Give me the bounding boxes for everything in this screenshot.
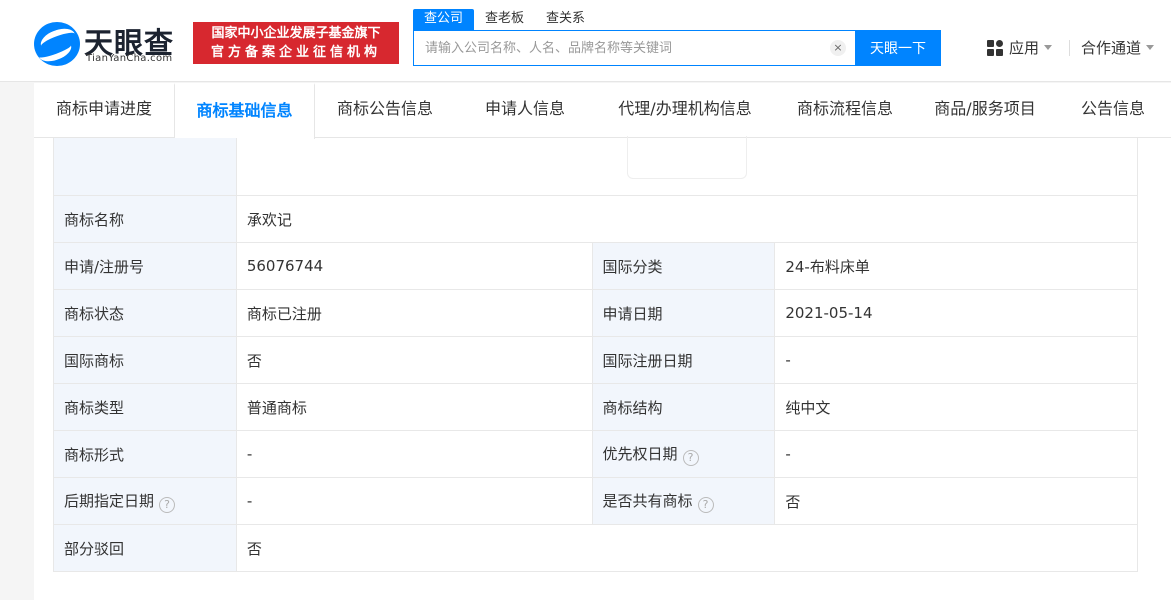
- status-value: 商标已注册: [235, 289, 593, 337]
- structure-key: 商标结构: [591, 383, 776, 431]
- form-value: -: [235, 430, 593, 478]
- badge-line-1: 国家中小企业发展子基金旗下: [211, 26, 381, 41]
- apps-label: 应用: [1009, 39, 1040, 57]
- tab-basic-info[interactable]: 商标基础信息: [174, 83, 315, 139]
- tab-announcement-info[interactable]: 商标公告信息: [315, 83, 455, 137]
- search-button[interactable]: 天眼一下: [855, 30, 941, 66]
- later-date-key-cell: 后期指定日期?: [53, 477, 237, 525]
- tab-process-info[interactable]: 商标流程信息: [775, 83, 915, 137]
- partner-menu[interactable]: 合作通道: [1081, 37, 1155, 58]
- search-type-tabs: 查公司 查老板 查关系: [413, 9, 596, 31]
- help-icon[interactable]: ?: [682, 449, 699, 466]
- tab-goods-services[interactable]: 商品/服务项目: [915, 83, 1055, 137]
- priority-date-key-cell: 优先权日期?: [591, 430, 776, 478]
- badge-line-2: 官方备案企业征信机构: [210, 45, 381, 60]
- type-value: 普通商标: [235, 383, 593, 431]
- status-key: 商标状态: [53, 289, 237, 337]
- logo-domain: TianYanCha.com: [86, 53, 173, 64]
- priority-date-key: 优先权日期: [602, 444, 678, 463]
- partner-label: 合作通道: [1081, 39, 1142, 57]
- later-date-value: -: [235, 477, 593, 525]
- name-key: 商标名称: [53, 195, 237, 243]
- reg-no-key: 申请/注册号: [53, 242, 237, 290]
- tab-search-boss[interactable]: 查老板: [474, 9, 535, 30]
- partial-reject-value: 否: [235, 524, 1139, 572]
- intl-reg-date-value: -: [774, 336, 1138, 384]
- shared-value: 否: [774, 477, 1138, 525]
- intl-mark-key: 国际商标: [53, 336, 237, 384]
- search-box: ×: [413, 30, 856, 66]
- content-panel: 商标申请进度 商标基础信息 商标公告信息 申请人信息 代理/办理机构信息 商标流…: [34, 83, 1171, 600]
- official-badge: 国家中小企业发展子基金旗下 官方备案企业征信机构: [193, 22, 399, 64]
- table-row: [53, 136, 1139, 196]
- clear-icon[interactable]: ×: [830, 40, 846, 56]
- tab-search-company[interactable]: 查公司: [413, 9, 475, 30]
- table-row: 商标形式 - 优先权日期? -: [53, 430, 1138, 478]
- tab-notice-info[interactable]: 公告信息: [1055, 83, 1171, 137]
- table-row: 商标名称 承欢记: [53, 195, 1139, 243]
- table-row: 申请/注册号 56076744 国际分类 24-布料床单: [53, 242, 1138, 290]
- top-header: 天眼查 TianYanCha.com 国家中小企业发展子基金旗下 官方备案企业征…: [0, 0, 1171, 82]
- partial-reject-key: 部分驳回: [53, 524, 237, 572]
- intl-class-key: 国际分类: [591, 242, 776, 290]
- apps-grid-icon: [987, 39, 1003, 56]
- tab-application-progress[interactable]: 商标申请进度: [34, 83, 174, 137]
- tianyancha-logo[interactable]: 天眼查 TianYanCha.com: [34, 20, 184, 66]
- apps-menu[interactable]: 应用: [987, 37, 1053, 58]
- tab-search-relation[interactable]: 查关系: [535, 9, 596, 30]
- shared-key: 是否共有商标: [602, 491, 693, 510]
- trademark-info-table: 商标名称 承欢记 申请/注册号 56076744 国际分类 24-布料床单 商标…: [53, 136, 1139, 572]
- image-value-cell: [235, 136, 1139, 196]
- help-icon[interactable]: ?: [159, 496, 176, 513]
- tab-agency-info[interactable]: 代理/办理机构信息: [595, 83, 775, 137]
- later-date-key: 后期指定日期: [64, 491, 155, 510]
- intl-mark-value: 否: [235, 336, 593, 384]
- table-row: 商标状态 商标已注册 申请日期 2021-05-14: [53, 289, 1138, 337]
- intl-reg-date-key: 国际注册日期: [591, 336, 776, 384]
- trademark-image: [626, 136, 747, 179]
- reg-no-value: 56076744: [235, 242, 593, 290]
- apply-date-value: 2021-05-14: [774, 289, 1138, 337]
- caret-down-icon: [1044, 45, 1053, 50]
- table-row: 商标类型 普通商标 商标结构 纯中文: [53, 383, 1138, 431]
- form-key: 商标形式: [53, 430, 237, 478]
- header-divider: [1069, 40, 1070, 56]
- trademark-nav: 商标申请进度 商标基础信息 商标公告信息 申请人信息 代理/办理机构信息 商标流…: [34, 83, 1171, 139]
- logo-eye-icon: [34, 22, 80, 66]
- tab-applicant-info[interactable]: 申请人信息: [455, 83, 595, 137]
- image-key-cell: [53, 138, 237, 196]
- priority-date-value: -: [774, 430, 1138, 478]
- table-row: 后期指定日期? - 是否共有商标? 否: [53, 477, 1138, 525]
- apply-date-key: 申请日期: [591, 289, 776, 337]
- help-icon[interactable]: ?: [697, 496, 714, 513]
- name-value: 承欢记: [235, 195, 1139, 243]
- structure-value: 纯中文: [774, 383, 1138, 431]
- table-row: 部分驳回 否: [53, 524, 1139, 572]
- table-row: 国际商标 否 国际注册日期 -: [53, 336, 1138, 384]
- intl-class-value: 24-布料床单: [774, 242, 1138, 290]
- type-key: 商标类型: [53, 383, 237, 431]
- search-input[interactable]: [414, 31, 824, 65]
- shared-key-cell: 是否共有商标?: [591, 477, 776, 525]
- caret-down-icon: [1146, 45, 1155, 50]
